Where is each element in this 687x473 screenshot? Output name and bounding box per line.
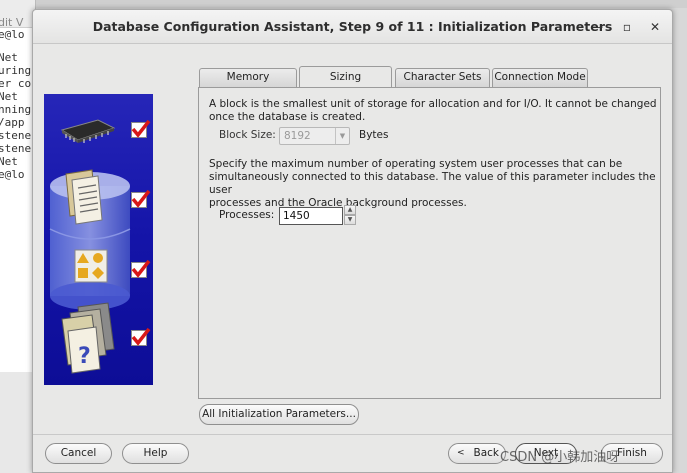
sizing-tab-panel: A block is the smallest unit of storage … [198,87,661,399]
checkbox-checked-icon [131,189,151,208]
help-folder-icon: ? [58,299,122,380]
help-button[interactable]: Help [122,443,189,464]
tab-connection-mode[interactable]: Connection Mode [492,68,588,87]
description-line: simultaneously connected to this databas… [209,171,656,196]
close-icon[interactable]: ✕ [646,18,664,36]
terminal-line: Net [0,155,18,168]
block-size-value: 8192 [284,130,311,142]
checkbox-checked-icon [131,119,151,138]
spinner-down-icon[interactable]: ▼ [344,215,356,225]
terminal-menu-text: dit V [0,0,35,29]
terminal-line: Net [0,90,18,103]
processes-spinner[interactable]: ▲ ▼ [344,205,356,225]
watermark: CSDN @小韩加油呀 [500,450,620,465]
tab-character-sets[interactable]: Character Sets [395,68,490,87]
window-title: Database Configuration Assistant, Step 9… [92,19,613,34]
chevron-down-icon: ▼ [335,128,349,144]
svg-text:?: ? [78,344,91,369]
description-line: processes and the Oracle background proc… [209,197,467,209]
terminal-line: e@lo [0,28,25,41]
terminal-line: er co [0,77,32,90]
desktop-background [36,0,687,8]
terminal-line: e@lo [0,168,25,181]
terminal-line: stene [0,142,32,155]
spinner-up-icon[interactable]: ▲ [344,205,356,215]
terminal-line: stene [0,129,32,142]
terminal-line: nning [0,103,32,116]
back-button[interactable]: < Back [448,443,506,464]
description-line: A block is the smallest unit of storage … [209,98,657,110]
processes-label: Processes: [219,209,275,221]
tab-memory[interactable]: Memory [199,68,297,87]
all-initialization-parameters-button[interactable]: All Initialization Parameters... [199,404,359,425]
divider [33,434,672,435]
memory-chip-icon [58,116,118,147]
documents-icon [62,168,112,231]
dbca-dialog: Database Configuration Assistant, Step 9… [32,9,673,473]
checkbox-checked-icon [131,259,151,278]
chevron-left-icon: < [457,448,465,458]
processes-input[interactable] [279,207,343,225]
maximize-icon[interactable]: ▫ [618,18,636,36]
block-size-select: 8192 ▼ [279,127,350,145]
desktop-background [0,372,36,473]
block-size-description: A block is the smallest unit of storage … [209,98,657,124]
minimize-icon[interactable]: – [591,18,609,36]
terminal-line: /app [0,116,25,129]
description-line: Specify the maximum number of operating … [209,158,623,170]
cancel-button[interactable]: Cancel [45,443,112,464]
title-bar[interactable]: Database Configuration Assistant, Step 9… [33,10,672,44]
terminal-line: Net [0,51,18,64]
tab-sizing[interactable]: Sizing [299,66,392,87]
back-label: Back [473,447,500,459]
block-size-label: Block Size: [219,129,276,141]
block-size-unit: Bytes [359,129,389,141]
checkbox-checked-icon [131,327,151,346]
description-line: once the database is created. [209,111,366,123]
shapes-icon [74,249,108,286]
processes-description: Specify the maximum number of operating … [209,158,660,210]
wizard-image-panel: ? [44,94,153,385]
terminal-line: uring [0,64,32,77]
